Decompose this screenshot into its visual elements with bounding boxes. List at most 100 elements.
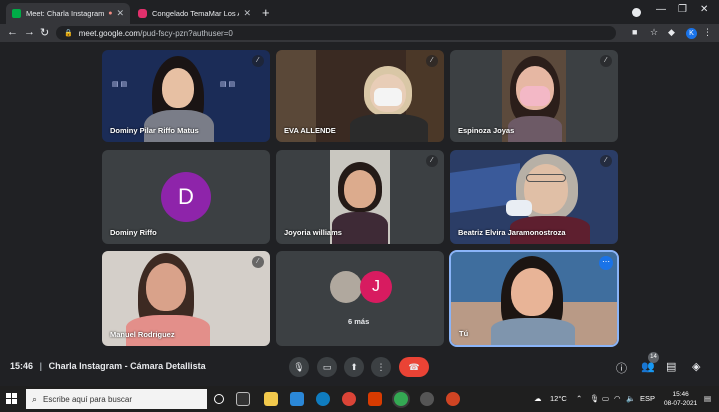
screen: Meet: Charla Instagram - Cá ● ✕ Congelad… xyxy=(0,0,719,412)
participant-name: Joyoria williams xyxy=(284,228,342,237)
bookmark-star-icon[interactable]: ☆ xyxy=(650,27,658,38)
participant-tile[interactable]: ⁄ Manuel Rodriguez xyxy=(102,251,270,346)
participant-tile[interactable]: ⁄ EVA ALLENDE xyxy=(276,50,444,142)
mic-off-icon: ⁄ xyxy=(600,55,612,67)
task-view-icon[interactable] xyxy=(236,392,250,406)
participant-tile[interactable]: ▤ ▤ ▤ ▤ ⁄ Dominy Pilar Riffo Matus xyxy=(102,50,270,142)
mic-off-icon: ⁄ xyxy=(426,155,438,167)
participant-tile[interactable]: ⁄ Joyoria williams xyxy=(276,150,444,244)
meeting-title: Charla Instagram - Cámara Detallista xyxy=(48,361,206,371)
weather-temp[interactable]: 12°C xyxy=(550,394,567,403)
meet-favicon-icon xyxy=(12,9,21,18)
backdrop-logo-left: ▤ ▤ xyxy=(112,81,128,88)
reload-icon[interactable]: ↻ xyxy=(40,26,49,39)
participant-tile[interactable]: D Dominy Riffo xyxy=(102,150,270,244)
instagram-favicon-icon xyxy=(138,9,147,18)
taskbar-clock[interactable]: 15:46 08-07-2021 xyxy=(664,390,697,408)
face-mask xyxy=(506,200,532,216)
taskbar-search[interactable]: ⌕ Escribe aquí para buscar xyxy=(26,389,207,409)
office-icon[interactable] xyxy=(368,392,382,406)
browser-tab-strip: Meet: Charla Instagram - Cá ● ✕ Congelad… xyxy=(0,0,719,24)
meeting-details-icon[interactable]: ⓘ xyxy=(616,360,627,376)
url-host: meet.google.com xyxy=(78,28,141,38)
network-icon[interactable]: ◠ xyxy=(614,394,621,403)
profile-avatar[interactable]: K xyxy=(686,28,697,39)
people-icon[interactable]: 👥 xyxy=(641,360,655,373)
face-mask xyxy=(374,88,402,106)
mail-icon[interactable] xyxy=(290,392,304,406)
keyboard-language[interactable]: ESP xyxy=(640,394,655,403)
recording-dot-icon: ● xyxy=(108,10,113,17)
tab-search-icon[interactable] xyxy=(632,8,641,17)
participant-name: Tú xyxy=(459,329,469,338)
participant-name: Beatriz Elvira Jaramonostroza xyxy=(458,228,566,237)
weather-icon[interactable]: ☁ xyxy=(534,394,542,403)
glasses xyxy=(526,174,566,182)
chat-icon[interactable]: ▤ xyxy=(666,360,676,373)
more-options-button[interactable]: ⋮ xyxy=(371,357,391,377)
mic-off-icon: ⁄ xyxy=(426,55,438,67)
tab-meet[interactable]: Meet: Charla Instagram - Cá ● ✕ xyxy=(6,3,130,24)
tab-instagram[interactable]: Congelado TemaMar Los Angele ✕ xyxy=(132,3,257,24)
more-participants-tile[interactable]: J 6 más xyxy=(276,251,444,346)
mic-off-icon: ⁄ xyxy=(600,155,612,167)
end-call-button[interactable]: ☎ xyxy=(399,357,429,377)
browser-toolbar: ← → ↻ 🔒 meet.google.com /pud-fscy-pzn?au… xyxy=(0,24,719,42)
microphone-button[interactable]: 🎙 xyxy=(289,357,309,377)
close-tab-icon[interactable]: ✕ xyxy=(116,8,124,19)
participant-avatar: J xyxy=(360,271,392,303)
meet-control-bar: 15:46 | Charla Instagram - Cámara Detall… xyxy=(0,352,719,384)
cortana-icon[interactable] xyxy=(214,394,224,404)
forward-arrow-icon[interactable]: → xyxy=(24,26,35,38)
edge-icon[interactable] xyxy=(316,392,330,406)
clock-date: 08-07-2021 xyxy=(664,400,698,407)
backdrop-logo-right: ▤ ▤ xyxy=(220,81,236,88)
activities-icon[interactable]: ◈ xyxy=(692,360,700,373)
minimize-icon[interactable]: — xyxy=(656,4,666,15)
tab-label: Congelado TemaMar Los Angele xyxy=(152,9,239,18)
self-tile[interactable]: ⋯ Tú xyxy=(449,250,619,347)
participant-name: Dominy Pilar Riffo Matus xyxy=(110,126,199,135)
separator: | xyxy=(39,361,43,371)
extensions-icon[interactable]: ◆ xyxy=(668,27,675,38)
chrome-icon[interactable] xyxy=(342,392,356,406)
app-icon[interactable] xyxy=(420,392,434,406)
participant-avatar: D xyxy=(161,172,211,222)
participant-name: Dominy Riffo xyxy=(110,228,157,237)
participant-thumbnail xyxy=(330,271,362,303)
windows-start-icon[interactable] xyxy=(6,393,18,405)
url-path: /pud-fscy-pzn?authuser=0 xyxy=(140,28,233,38)
meet-stage: ▤ ▤ ▤ ▤ ⁄ Dominy Pilar Riffo Matus ⁄ EVA… xyxy=(0,42,719,384)
mic-off-icon: ⁄ xyxy=(252,55,264,67)
meeting-time: 15:46 xyxy=(10,361,34,371)
close-tab-icon[interactable]: ✕ xyxy=(243,8,251,19)
chrome-active-icon[interactable] xyxy=(394,392,408,406)
browser-menu-icon[interactable]: ⋮ xyxy=(703,27,712,38)
participant-tile[interactable]: ⁄ Beatriz Elvira Jaramonostroza xyxy=(450,150,618,244)
powerpoint-icon[interactable] xyxy=(446,392,460,406)
new-tab-button[interactable]: + xyxy=(262,5,270,20)
camera-in-use-icon[interactable]: ■ xyxy=(632,27,637,37)
camera-button[interactable]: ▭ xyxy=(317,357,337,377)
close-window-icon[interactable]: ✕ xyxy=(700,4,708,15)
address-bar[interactable]: 🔒 meet.google.com /pud-fscy-pzn?authuser… xyxy=(56,26,616,40)
notifications-icon[interactable]: ▤ xyxy=(704,394,711,403)
volume-icon[interactable]: 🔈 xyxy=(626,394,635,403)
back-arrow-icon[interactable]: ← xyxy=(7,26,18,38)
participant-tile[interactable]: ⁄ Espinoza Joyas xyxy=(450,50,618,142)
mic-tray-icon[interactable]: 🎙 xyxy=(590,394,600,403)
windows-taskbar: ⌕ Escribe aquí para buscar ☁ 12°C ⌃ 🎙 ▭ … xyxy=(0,386,719,412)
present-screen-button[interactable]: ⬆ xyxy=(344,357,364,377)
lock-icon: 🔒 xyxy=(64,30,73,37)
meeting-info: 15:46 | Charla Instagram - Cámara Detall… xyxy=(10,361,206,371)
maximize-icon[interactable]: ❐ xyxy=(678,4,687,15)
clock-time: 15:46 xyxy=(672,391,689,398)
participant-name: Espinoza Joyas xyxy=(458,126,515,135)
more-options-icon[interactable]: ⋯ xyxy=(599,256,613,270)
participant-name: Manuel Rodriguez xyxy=(110,330,175,339)
battery-icon[interactable]: ▭ xyxy=(602,394,609,403)
tray-chevron-icon[interactable]: ⌃ xyxy=(576,394,582,403)
file-explorer-icon[interactable] xyxy=(264,392,278,406)
participant-name: EVA ALLENDE xyxy=(284,126,336,135)
tab-label: Meet: Charla Instagram - Cá xyxy=(26,9,105,18)
